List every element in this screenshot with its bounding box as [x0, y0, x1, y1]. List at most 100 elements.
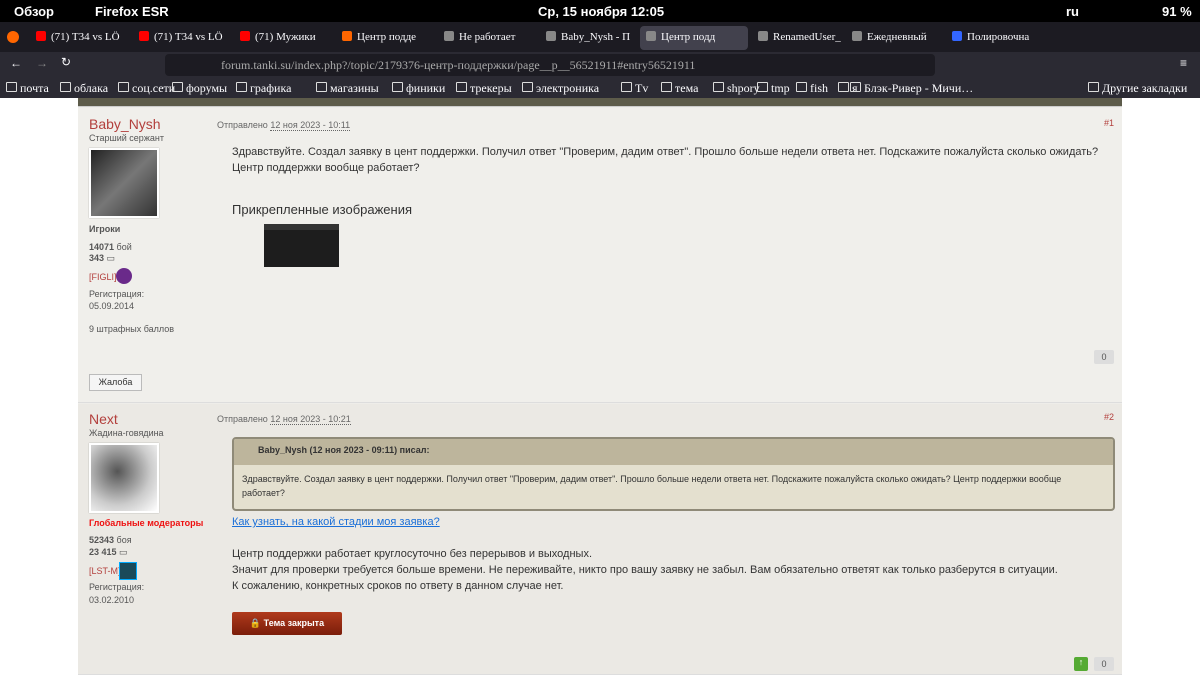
avatar[interactable]	[89, 148, 159, 218]
clan-tag[interactable]: [FIGLI]	[89, 272, 117, 282]
overview-button[interactable]: Обзор	[14, 4, 54, 19]
navigation-bar: ← → ↻ forum.tanki.su/index.php?/topic/21…	[0, 52, 1200, 78]
bookmark-folder[interactable]: соц.сети	[118, 81, 175, 96]
bookmark-folder[interactable]: магазины	[316, 81, 379, 96]
reg-label: Регистрация:	[89, 582, 145, 592]
bookmark-folder[interactable]: графика	[236, 81, 291, 96]
lock-icon: 🔒	[249, 618, 262, 628]
battles-count: 14071	[89, 242, 115, 252]
reply-line-2: Значит для проверки требуется больше вре…	[232, 564, 1058, 576]
posted-label: Отправлено	[217, 414, 268, 424]
bookmark-folder[interactable]: почта	[6, 81, 49, 96]
bookmark-folder[interactable]: tmp	[757, 81, 790, 96]
tab-label: Не работает	[459, 31, 516, 43]
quote-header: Baby_Nysh (12 ноя 2023 - 09:11) писал:	[234, 439, 1113, 465]
tab[interactable]: Ежедневный	[846, 26, 942, 50]
author-rank: Старший сержант	[89, 133, 164, 143]
penalty-points: 9 штрафных баллов	[89, 324, 175, 334]
post-date: 12 ноя 2023 - 10:11	[270, 120, 351, 131]
clan-tag[interactable]: [LST-M]	[89, 566, 121, 576]
menu-icon[interactable]: ≡	[1180, 56, 1187, 70]
clan-icon	[119, 562, 137, 580]
messages-count: 23 415	[89, 547, 117, 557]
tab[interactable]: RenamedUser_	[752, 26, 842, 50]
help-link[interactable]: Как узнать, на какой стадии моя заявка?	[232, 514, 440, 530]
tab-favicon-icon	[139, 31, 149, 41]
keyboard-layout[interactable]: ru	[1066, 4, 1079, 19]
author-link[interactable]: Baby_Nysh	[89, 116, 161, 132]
clock[interactable]: Ср, 15 ноября 12:05	[538, 4, 664, 19]
battles-label: бой	[116, 242, 132, 252]
author-link[interactable]: Next	[89, 411, 118, 427]
quote-text: Здравствуйте. Создал заявку в цент подде…	[242, 474, 1062, 498]
attached-image[interactable]	[264, 224, 339, 267]
tab-favicon-icon	[444, 31, 454, 41]
reply-line-3: К сожалению, конкретных сроков по ответу…	[232, 580, 564, 592]
tab-label: RenamedUser_	[773, 31, 841, 43]
post-1: Baby_Nysh Старший сержант Игроки 14071 б…	[78, 108, 1122, 403]
post-number[interactable]: #2	[1104, 412, 1114, 422]
back-icon[interactable]: ←	[10, 56, 22, 70]
attachments-title: Прикрепленные изображения	[232, 202, 413, 217]
separator	[78, 98, 1122, 107]
tab-favicon-icon	[546, 31, 556, 41]
bookmark-folder[interactable]: Блэк-Ривер - Мичи…	[850, 81, 973, 96]
battery-level[interactable]: 91 %	[1162, 4, 1192, 19]
tab-label: Baby_Nysh - П	[561, 31, 631, 43]
forward-icon[interactable]: →	[36, 56, 48, 70]
tab-favicon-icon	[852, 31, 862, 41]
avatar[interactable]	[89, 443, 159, 513]
bookmark-folder[interactable]: fish	[796, 81, 828, 96]
bookmark-folder[interactable]: электроника	[522, 81, 599, 96]
report-button[interactable]: Жалоба	[89, 374, 142, 391]
bookmark-folder[interactable]: shpory	[713, 81, 760, 96]
tab[interactable]: Центр подд	[640, 26, 748, 50]
firefox-menu-icon[interactable]	[7, 31, 19, 43]
reload-icon[interactable]: ↻	[61, 55, 71, 69]
clan-icon	[116, 268, 132, 284]
system-top-bar: Обзор Firefox ESR Ср, 15 ноября 12:05 ru…	[0, 0, 1200, 22]
tab[interactable]: (71) T34 vs LÖ	[30, 26, 129, 50]
tab[interactable]: Центр подде	[336, 26, 434, 50]
post-text: Здравствуйте. Создал заявку в цент подде…	[232, 146, 1099, 174]
bookmark-folder[interactable]: тема	[661, 81, 698, 96]
tab-favicon-icon	[952, 31, 962, 41]
tab-favicon-icon	[342, 31, 352, 41]
upvote-icon[interactable]: ↑	[1074, 657, 1088, 671]
tab-label: (71) T34 vs LÖ	[51, 31, 120, 43]
reg-label: Регистрация:	[89, 289, 145, 299]
tab-favicon-icon	[646, 31, 656, 41]
url-bar[interactable]: forum.tanki.su/index.php?/topic/2179376-…	[165, 54, 935, 76]
tab[interactable]: Полировочна	[946, 26, 1046, 50]
other-bookmarks[interactable]: Другие закладки	[1088, 81, 1187, 96]
app-menu[interactable]: Firefox ESR	[95, 4, 169, 19]
tab-label: (71) T34 vs LÖ	[154, 31, 223, 43]
author-rank: Жадина-говядина	[89, 428, 164, 438]
reply-line-1: Центр поддержки работает круглосуточно б…	[232, 548, 592, 560]
reputation-counter[interactable]: 0	[1094, 350, 1114, 364]
post-number[interactable]: #1	[1104, 118, 1114, 128]
tab-bar: (71) T34 vs LÖ (71) T34 vs LÖ (71) Мужики Ц…	[0, 22, 1200, 52]
bookmark-folder[interactable]: форумы	[172, 81, 227, 96]
reg-date: 03.02.2010	[89, 595, 135, 605]
tab-label: Ежедневный	[867, 31, 927, 43]
bookmark-folder[interactable]: финики	[392, 81, 445, 96]
user-group: Глобальные модераторы	[89, 518, 204, 528]
tab[interactable]: Baby_Nysh - П	[540, 26, 636, 50]
reputation-counter[interactable]: 0	[1094, 657, 1114, 671]
bookmark-folder[interactable]: облака	[60, 81, 108, 96]
tab-favicon-icon	[758, 31, 768, 41]
topic-closed-label: Тема закрыта	[263, 618, 325, 628]
forum-page: Baby_Nysh Старший сержант Игроки 14071 б…	[78, 98, 1122, 675]
user-group: Игроки	[89, 224, 121, 234]
tab-favicon-icon	[240, 31, 250, 41]
topic-closed-button[interactable]: 🔒 Тема закрыта	[232, 612, 342, 635]
quote-block: Baby_Nysh (12 ноя 2023 - 09:11) писал: З…	[232, 437, 1115, 511]
tab[interactable]: (71) T34 vs LÖ	[133, 26, 230, 50]
reg-date: 05.09.2014	[89, 301, 135, 311]
bookmark-folder[interactable]: Tv	[621, 81, 648, 96]
bookmark-folder[interactable]: трекеры	[456, 81, 512, 96]
tab[interactable]: Не работает	[438, 26, 536, 50]
tab[interactable]: (71) Мужики	[234, 26, 332, 50]
battles-label: боя	[116, 535, 132, 545]
